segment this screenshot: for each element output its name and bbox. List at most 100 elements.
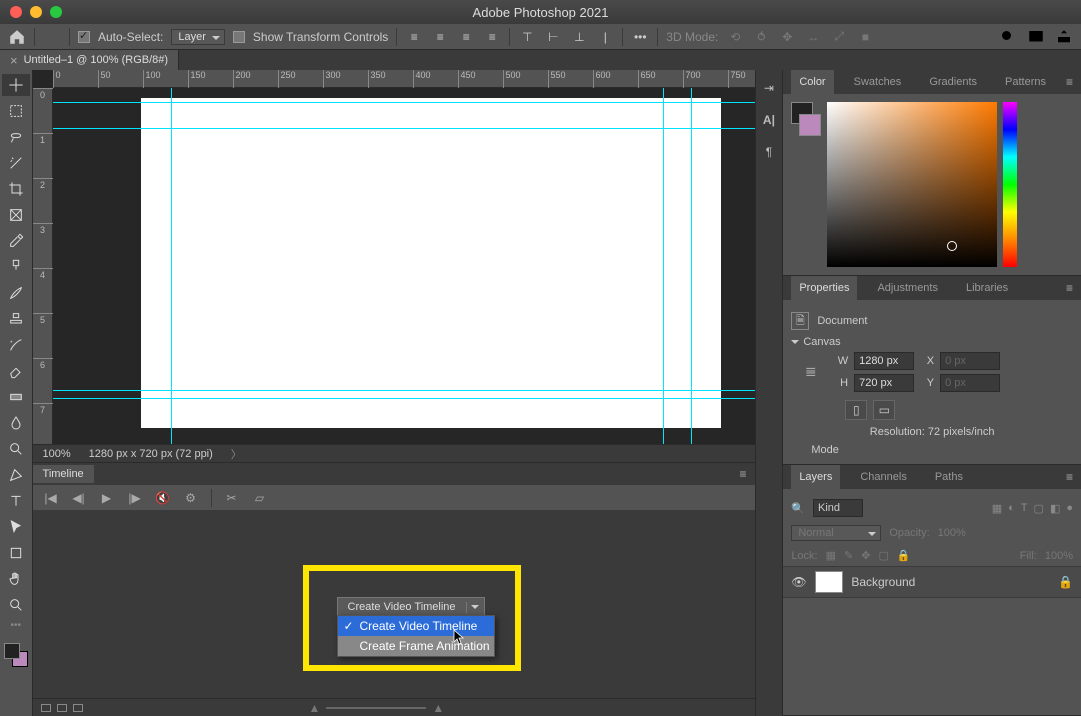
panel-menu-icon[interactable]: ≡ <box>1066 75 1073 89</box>
frame-tool[interactable] <box>2 204 30 226</box>
settings-gear-icon[interactable]: ⚙ <box>183 490 199 506</box>
lock-transparency-icon[interactable]: ▦ <box>826 549 836 562</box>
horizontal-ruler[interactable]: 0501001502002503003504004505005506006507… <box>53 70 755 88</box>
filter-smart-icon[interactable]: ◧ <box>1050 502 1060 515</box>
panel-menu-icon[interactable]: ≡ <box>1066 470 1073 484</box>
play-icon[interactable]: ▶ <box>99 490 115 506</box>
brush-tool[interactable] <box>2 282 30 304</box>
healing-tool[interactable] <box>2 256 30 278</box>
transition-icon[interactable]: ▱ <box>252 490 268 506</box>
color-field[interactable] <box>827 102 997 267</box>
align-center-h-icon[interactable]: ≡ <box>431 28 449 46</box>
menu-item-create-video-timeline[interactable]: ✓ Create Video Timeline <box>338 616 494 636</box>
footer-icon[interactable] <box>41 704 51 712</box>
align-left-icon[interactable]: ≡ <box>405 28 423 46</box>
magic-wand-tool[interactable] <box>2 152 30 174</box>
align-justify-icon[interactable]: ≡ <box>483 28 501 46</box>
history-brush-tool[interactable] <box>2 334 30 356</box>
vertical-ruler[interactable]: 01234567 <box>33 88 53 444</box>
document-tab[interactable]: × Untitled–1 @ 100% (RGB/8#) <box>0 50 179 70</box>
footer-icon[interactable] <box>57 704 67 712</box>
align-center-v-icon[interactable]: ⊢ <box>544 28 562 46</box>
align-bottom-icon[interactable]: ⊥ <box>570 28 588 46</box>
guide-horizontal[interactable] <box>53 390 755 391</box>
align-top-icon[interactable]: ⊤ <box>518 28 536 46</box>
panel-menu-icon[interactable]: ≡ <box>732 467 755 481</box>
paragraph-panel-icon[interactable]: ¶ <box>759 142 779 162</box>
guide-horizontal[interactable] <box>53 128 755 129</box>
lock-position-icon[interactable]: ✥ <box>861 549 870 562</box>
tab-layers[interactable]: Layers <box>791 465 840 489</box>
zoom-level[interactable]: 100% <box>43 448 71 460</box>
panel-menu-icon[interactable]: ≡ <box>1066 281 1073 295</box>
show-transform-checkbox[interactable] <box>233 31 245 43</box>
pen-tool[interactable] <box>2 464 30 486</box>
collapse-panel-icon[interactable]: ⇥ <box>759 78 779 98</box>
canvas-section-header[interactable]: Canvas <box>791 336 1073 348</box>
go-to-first-frame-icon[interactable]: |◀ <box>43 490 59 506</box>
close-tab-icon[interactable]: × <box>10 53 18 68</box>
audio-mute-icon[interactable]: 🔇 <box>155 490 171 506</box>
auto-select-checkbox[interactable] <box>78 31 90 43</box>
more-options-icon[interactable]: ••• <box>631 28 649 46</box>
filter-toggle-icon[interactable]: ● <box>1066 502 1073 515</box>
layer-row[interactable]: 👁 Background 🔒 <box>783 566 1081 598</box>
tab-swatches[interactable]: Swatches <box>846 70 910 94</box>
tab-channels[interactable]: Channels <box>852 465 914 489</box>
hue-slider[interactable] <box>1003 102 1017 267</box>
gradient-tool[interactable] <box>2 386 30 408</box>
guide-horizontal[interactable] <box>53 102 755 103</box>
create-timeline-button[interactable]: Create Video Timeline <box>337 597 485 617</box>
eraser-tool[interactable] <box>2 360 30 382</box>
tab-patterns[interactable]: Patterns <box>997 70 1054 94</box>
blur-tool[interactable] <box>2 412 30 434</box>
hand-tool[interactable] <box>2 568 30 590</box>
lock-artboard-icon[interactable]: ▢ <box>878 549 888 562</box>
tab-adjustments[interactable]: Adjustments <box>869 276 946 300</box>
layer-filter-input[interactable] <box>813 499 863 517</box>
path-selection-tool[interactable] <box>2 516 30 538</box>
filter-pixel-icon[interactable]: ▦ <box>992 502 1002 515</box>
menu-item-create-frame-animation[interactable]: Create Frame Animation <box>338 636 494 656</box>
zoom-slider-max-icon[interactable]: ▲ <box>432 701 444 715</box>
character-panel-icon[interactable]: A| <box>759 110 779 130</box>
align-right-icon[interactable]: ≡ <box>457 28 475 46</box>
zoom-slider-min-icon[interactable]: ▲ <box>309 701 321 715</box>
layer-thumbnail[interactable] <box>815 571 843 593</box>
search-icon[interactable]: 🔍 <box>791 502 805 515</box>
shape-tool[interactable] <box>2 542 30 564</box>
share-icon[interactable] <box>1055 28 1073 46</box>
previous-frame-icon[interactable]: ◀| <box>71 490 87 506</box>
edit-toolbar-icon[interactable]: ••• <box>11 620 22 631</box>
footer-icon[interactable] <box>73 704 83 712</box>
height-input[interactable] <box>854 374 914 392</box>
create-timeline-dropdown-icon[interactable] <box>466 602 484 613</box>
orientation-landscape-icon[interactable]: ▭ <box>873 400 895 420</box>
timeline-tab[interactable]: Timeline <box>33 465 94 483</box>
marquee-tool[interactable] <box>2 100 30 122</box>
visibility-eye-icon[interactable]: 👁 <box>791 575 807 589</box>
auto-select-target-dropdown[interactable]: Layer <box>171 29 225 45</box>
fg-bg-swatches[interactable] <box>791 102 821 267</box>
move-tool-icon[interactable] <box>43 28 61 46</box>
lasso-tool[interactable] <box>2 126 30 148</box>
distribute-icon[interactable]: | <box>596 28 614 46</box>
width-input[interactable] <box>854 352 914 370</box>
dodge-tool[interactable] <box>2 438 30 460</box>
tab-gradients[interactable]: Gradients <box>921 70 985 94</box>
home-icon[interactable] <box>8 28 26 46</box>
filter-type-icon[interactable]: T <box>1021 502 1028 515</box>
filter-shape-icon[interactable]: ▢ <box>1034 502 1044 515</box>
zoom-tool[interactable] <box>2 594 30 616</box>
next-frame-icon[interactable]: |▶ <box>127 490 143 506</box>
orientation-portrait-icon[interactable]: ▯ <box>845 400 867 420</box>
move-tool[interactable] <box>2 74 30 96</box>
canvas-artboard[interactable] <box>141 98 721 428</box>
tab-paths[interactable]: Paths <box>927 465 971 489</box>
foreground-background-colors[interactable] <box>2 641 30 669</box>
lock-icon[interactable]: 🔒 <box>1058 575 1073 589</box>
tab-properties[interactable]: Properties <box>791 276 857 300</box>
stamp-tool[interactable] <box>2 308 30 330</box>
tab-libraries[interactable]: Libraries <box>958 276 1016 300</box>
workspace-switcher-icon[interactable] <box>1027 28 1045 46</box>
